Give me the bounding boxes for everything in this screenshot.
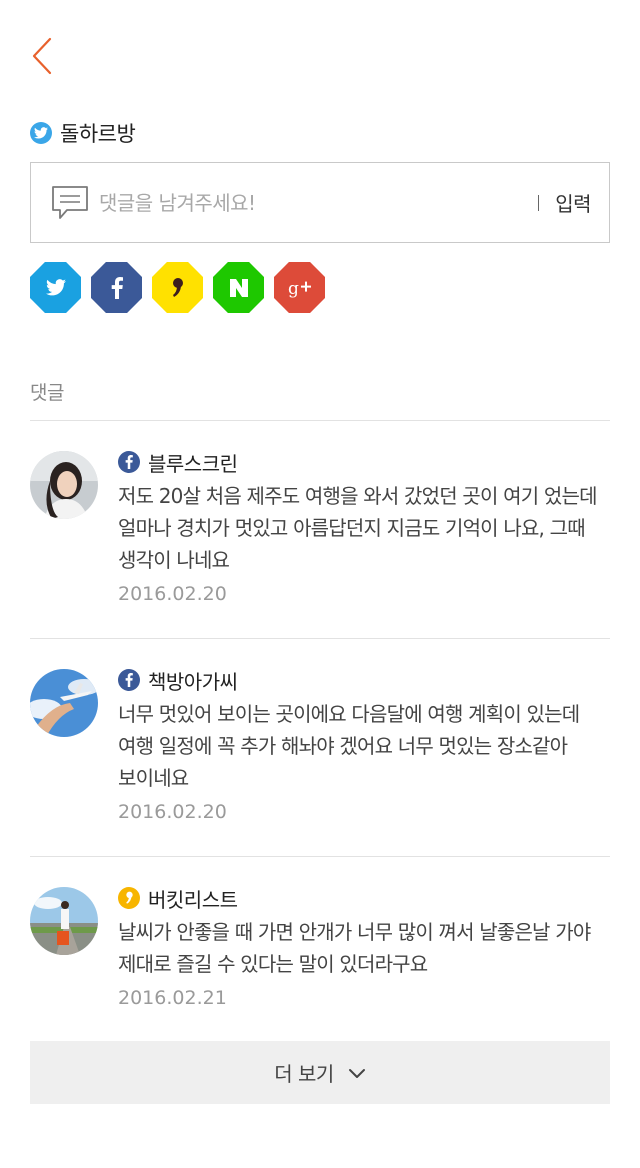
submit-divider xyxy=(538,194,540,211)
load-more-label: 더 보기 xyxy=(274,1062,334,1086)
comment-text: 너무 멋있어 보이는 곳이에요 다음달에 여행 계획이 있는데 여행 일정에 꼭… xyxy=(118,702,580,790)
user-name: 돌하르방 xyxy=(60,122,136,146)
kakaostory-icon xyxy=(172,277,183,297)
speech-bubble-icon xyxy=(52,185,88,219)
facebook-icon xyxy=(118,451,140,473)
divider xyxy=(30,420,610,421)
load-more-button[interactable]: 더 보기 xyxy=(30,1041,610,1104)
divider xyxy=(30,638,610,639)
chevron-down-icon xyxy=(348,1068,365,1078)
twitter-icon xyxy=(45,279,66,296)
avatar xyxy=(30,451,98,519)
submit-button[interactable]: 입력 xyxy=(555,188,591,217)
current-user: 돌하르방 xyxy=(30,118,136,148)
avatar xyxy=(30,887,98,955)
divider xyxy=(30,856,610,857)
comment-date: 2016.02.21 xyxy=(118,987,227,1009)
comment-author: 블루스크린 xyxy=(148,451,238,476)
comment-text: 날씨가 안좋을 때 가면 안개가 너무 많이 껴서 날좋은날 가야 제대로 즐길… xyxy=(118,920,591,976)
comment-text: 저도 20살 처음 제주도 여행을 와서 갔었던 곳이 여기 었는데 얼마나 경… xyxy=(118,484,597,572)
comment-form: 입력 xyxy=(30,162,610,243)
facebook-icon xyxy=(111,276,123,299)
comment-date: 2016.02.20 xyxy=(118,583,227,605)
share-naver-button[interactable] xyxy=(213,262,264,313)
share-kakaostory-button[interactable] xyxy=(152,262,203,313)
twitter-icon xyxy=(30,122,52,144)
comment-date: 2016.02.20 xyxy=(118,801,227,823)
google-plus-icon: g xyxy=(288,279,311,298)
share-twitter-button[interactable] xyxy=(30,262,81,313)
naver-icon xyxy=(229,278,248,297)
comment-input[interactable] xyxy=(99,190,539,215)
chevron-left-icon xyxy=(32,37,52,75)
comment-author: 책방아가씨 xyxy=(148,669,238,694)
share-googleplus-button[interactable]: g xyxy=(274,262,325,313)
svg-text:g: g xyxy=(288,279,299,298)
avatar xyxy=(30,669,98,737)
facebook-icon xyxy=(118,669,140,691)
kakaostory-icon xyxy=(118,887,140,909)
comments-section-title: 댓글 xyxy=(30,382,64,404)
comment-author: 버킷리스트 xyxy=(148,887,238,912)
share-facebook-button[interactable] xyxy=(91,262,142,313)
share-buttons: g xyxy=(30,262,325,313)
back-button[interactable] xyxy=(26,32,62,80)
